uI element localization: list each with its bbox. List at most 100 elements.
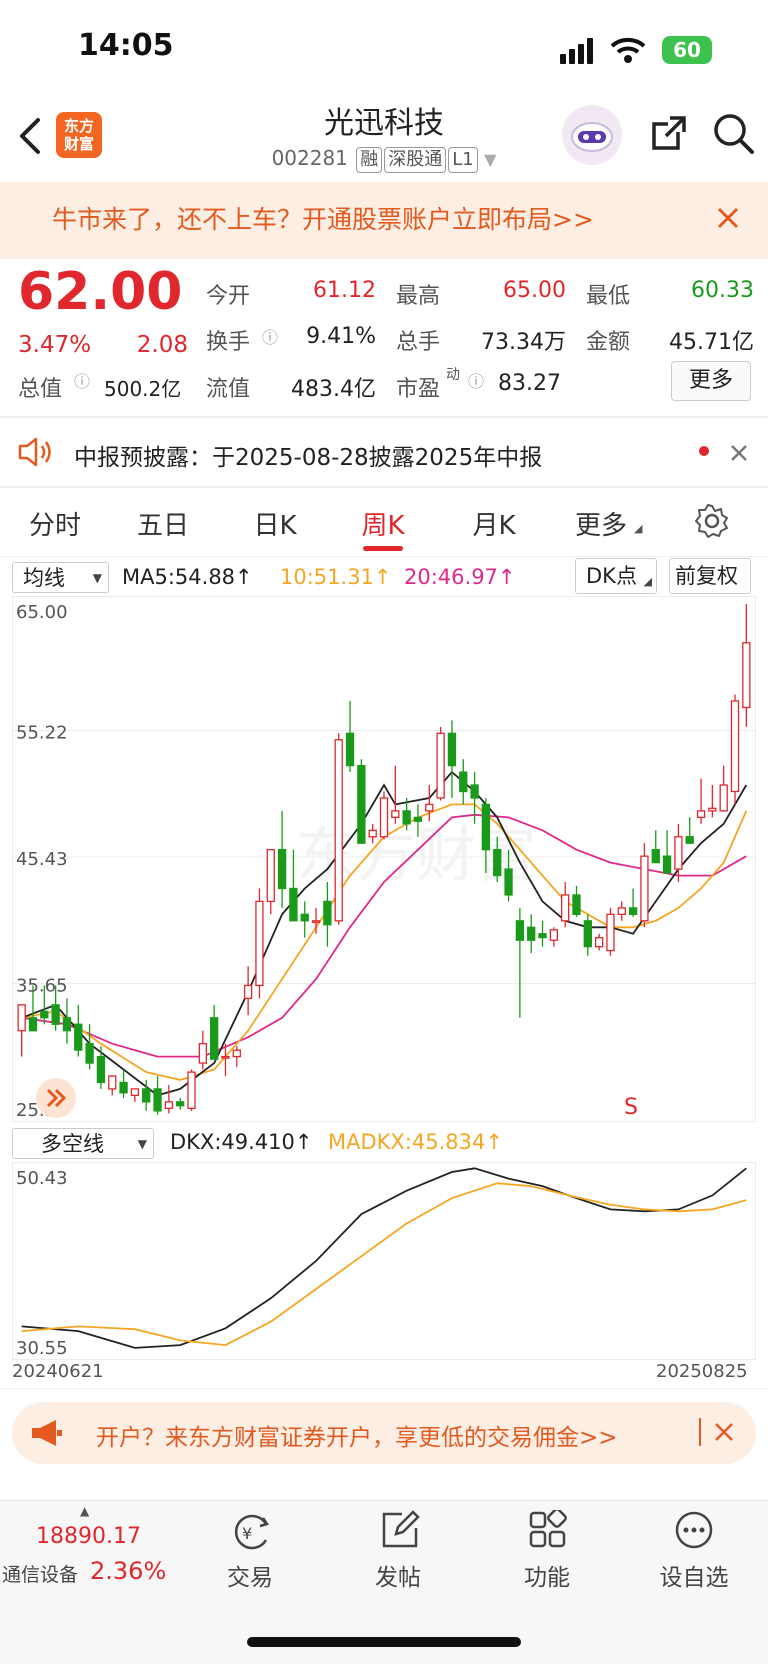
- post-icon[interactable]: [380, 1510, 420, 1550]
- nav-post[interactable]: 发帖: [338, 1558, 458, 1592]
- settings-gear-icon[interactable]: [694, 503, 730, 539]
- candle-body: [481, 803, 491, 851]
- candle-body: [662, 855, 672, 874]
- sector-index-value[interactable]: 18890.17: [36, 1524, 141, 1549]
- tab-weekly-k[interactable]: 周K: [338, 505, 428, 542]
- triangle-icon: ◢: [634, 522, 643, 535]
- change-amount: 2.08: [136, 332, 188, 358]
- candle-body: [447, 732, 457, 767]
- close-icon[interactable]: [730, 444, 748, 462]
- x-tick-end: 20250825: [656, 1361, 748, 1382]
- nav-watchlist[interactable]: 设自选: [634, 1558, 754, 1592]
- y-tick-label: 35.65: [16, 976, 68, 997]
- candle-body: [74, 1023, 83, 1051]
- candle-body: [40, 1010, 49, 1019]
- candle-body: [459, 771, 468, 793]
- function-grid-icon[interactable]: [528, 1510, 568, 1550]
- candle: [640, 843, 649, 928]
- tab-intraday[interactable]: 分时: [10, 505, 100, 542]
- tag-margin: 融: [356, 147, 383, 173]
- float-value-label: 流值: [206, 377, 251, 402]
- candle-body: [142, 1088, 151, 1103]
- candle: [379, 791, 389, 840]
- kline-chart[interactable]: 东方财富 65.0055.2245.4335.6525.56 S: [12, 596, 756, 1122]
- trade-icon[interactable]: ¥: [230, 1512, 272, 1552]
- close-icon[interactable]: [714, 1422, 734, 1442]
- candle-body: [368, 829, 377, 838]
- candle-body: [17, 1004, 26, 1032]
- more-button[interactable]: 更多: [671, 361, 751, 401]
- tab-five-day[interactable]: 五日: [118, 505, 208, 542]
- amount-value: 45.71亿: [669, 330, 754, 355]
- ma-select[interactable]: 均线 ▼: [12, 562, 109, 593]
- promo-bottom-text[interactable]: 开户？来东方财富证券开户，享更低的交易佣金>>: [96, 1418, 618, 1452]
- candle-body: [538, 933, 547, 939]
- double-chevron-icon: [46, 1088, 67, 1108]
- total-value-label: 总值: [18, 377, 63, 402]
- info-icon[interactable]: ⓘ: [262, 324, 278, 348]
- tab-more[interactable]: 更多: [556, 505, 646, 542]
- y-tick-label: 65.00: [16, 602, 68, 623]
- triangle-icon: ◢: [643, 575, 652, 588]
- dkx-label: DKX:49.410↑: [170, 1130, 313, 1154]
- candle-body: [651, 849, 660, 864]
- expand-button[interactable]: [36, 1078, 76, 1118]
- divider: [0, 416, 768, 418]
- assistant-robot-icon[interactable]: [562, 105, 622, 165]
- battery-indicator: 60: [662, 36, 712, 64]
- dk-point-button[interactable]: DK点 ◢: [575, 558, 657, 594]
- chart-frame: [12, 1162, 756, 1360]
- candle-body: [391, 810, 400, 819]
- candle-body: [187, 1071, 196, 1109]
- sector-change[interactable]: 2.36%: [90, 1557, 166, 1585]
- svg-text:¥: ¥: [242, 1524, 252, 1543]
- search-icon[interactable]: [712, 112, 756, 156]
- home-indicator: [247, 1637, 521, 1647]
- signal-icon: [560, 38, 593, 64]
- float-value: 483.4亿: [291, 377, 376, 402]
- info-icon[interactable]: ⓘ: [74, 368, 90, 392]
- candle-body: [617, 907, 626, 915]
- more-dots-icon[interactable]: [674, 1510, 714, 1550]
- candle-body: [402, 810, 411, 825]
- candle: [334, 733, 343, 925]
- dropdown-icon[interactable]: ▼: [484, 150, 496, 169]
- candle-body: [243, 984, 253, 1000]
- candle-body: [742, 642, 751, 709]
- candle-body: [119, 1081, 128, 1094]
- dkx-chart[interactable]: 50.43 30.55: [12, 1162, 756, 1360]
- close-icon[interactable]: [716, 206, 740, 230]
- candle-body: [209, 1017, 219, 1060]
- sector-name[interactable]: 通信设备: [2, 1560, 78, 1587]
- share-icon[interactable]: [648, 112, 690, 154]
- candle-body: [85, 1043, 94, 1064]
- candle-body: [221, 1055, 230, 1059]
- tab-daily-k[interactable]: 日K: [230, 505, 320, 542]
- turnover-label: 换手: [206, 330, 251, 355]
- candle: [187, 1069, 196, 1111]
- tag-level: L1: [448, 147, 478, 173]
- open-value: 61.12: [313, 278, 376, 303]
- adjust-button[interactable]: 前复权: [669, 558, 751, 594]
- notice-text[interactable]: 中报预披露：于2025-08-28披露2025年中报: [74, 438, 542, 472]
- candle-body: [436, 732, 445, 799]
- volume-value: 73.34万: [481, 330, 566, 355]
- ma10-label: 10:51.31↑: [280, 565, 392, 589]
- candle-body: [96, 1055, 106, 1084]
- info-icon[interactable]: ⓘ: [468, 368, 484, 392]
- low-value: 60.33: [691, 278, 754, 303]
- dk-select[interactable]: 多空线 ▼: [12, 1128, 154, 1159]
- candle-body: [357, 764, 366, 844]
- candle-body: [198, 1043, 207, 1064]
- low-label: 最低: [586, 284, 631, 309]
- candle-body: [130, 1088, 140, 1097]
- candle-body: [696, 810, 706, 819]
- x-tick-start: 20240621: [12, 1361, 104, 1382]
- open-label: 今开: [206, 284, 251, 309]
- nav-trade[interactable]: 交易: [190, 1558, 310, 1592]
- promo-top-text[interactable]: 牛市来了，还不上车？开通股票账户立即布局>>: [52, 200, 594, 236]
- dk-point-label: DK点: [586, 564, 637, 588]
- candle-body: [311, 920, 321, 923]
- nav-function[interactable]: 功能: [487, 1558, 607, 1592]
- tab-monthly-k[interactable]: 月K: [449, 505, 539, 542]
